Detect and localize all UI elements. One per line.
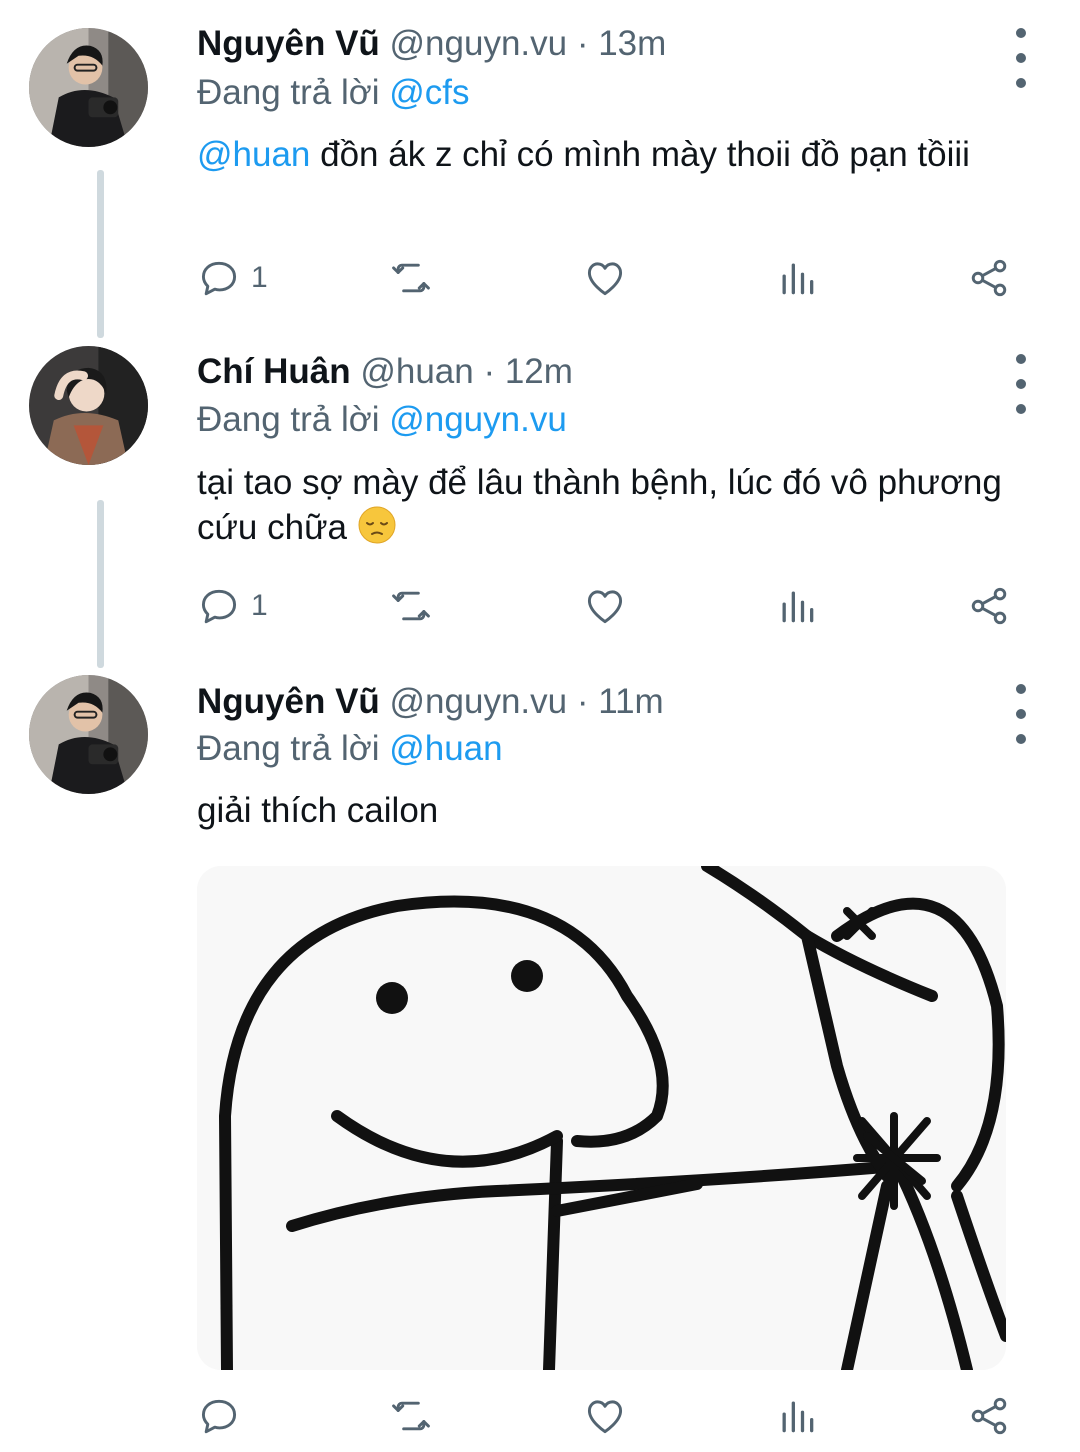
analytics-icon: [782, 591, 814, 623]
reply-count: 1: [251, 261, 268, 294]
more-vertical-icon[interactable]: [1006, 684, 1036, 744]
heart-icon: [587, 590, 623, 624]
share-icon: [971, 587, 1007, 625]
share-button[interactable]: [967, 576, 1011, 636]
replying-to: Đang trả lời @nguyn.vu: [197, 398, 567, 442]
retweet-icon: [392, 1401, 430, 1431]
share-icon: [971, 259, 1007, 297]
views-button[interactable]: [775, 576, 819, 636]
mention-link[interactable]: @huan: [197, 135, 310, 174]
retweet-button[interactable]: [389, 248, 433, 308]
retweet-icon: [392, 263, 430, 293]
tweet-media-image[interactable]: [197, 866, 1006, 1370]
reply-button[interactable]: 1: [197, 576, 268, 636]
reply-count: 1: [251, 589, 268, 622]
tweet-body: tại tao sợ mày để lâu thành bệnh, lúc đó…: [197, 463, 1002, 547]
avatar[interactable]: [29, 346, 148, 465]
replying-to-label: Đang trả lời: [197, 729, 390, 768]
tweet-header: Chí Huân @huan · 12m: [197, 350, 573, 394]
tweet[interactable]: Nguyên Vũ @nguyn.vu · 13m Đang trả lời @…: [0, 0, 1080, 330]
meme-drawing: [197, 866, 1006, 1370]
avatar-photo: [29, 346, 148, 465]
more-vertical-icon[interactable]: [1006, 28, 1036, 88]
pensive-face-icon: [358, 506, 396, 544]
retweet-icon: [392, 591, 430, 621]
reply-to-mention[interactable]: @nguyn.vu: [389, 400, 567, 439]
handle-and-time: @nguyn.vu · 11m: [379, 682, 664, 721]
like-button[interactable]: [583, 576, 627, 636]
display-name[interactable]: Nguyên Vũ: [197, 682, 380, 721]
display-name[interactable]: Chí Huân: [197, 352, 351, 391]
replying-to: Đang trả lời @cfs: [197, 71, 469, 115]
analytics-icon: [782, 263, 814, 295]
handle-and-time: @nguyn.vu · 13m: [379, 24, 667, 63]
views-button[interactable]: [775, 1386, 819, 1446]
avatar[interactable]: [29, 28, 148, 147]
action-bar: [0, 1386, 1080, 1446]
reply-icon: [201, 1399, 237, 1434]
tweet-body: giải thích cailon: [197, 791, 439, 830]
tweet-header: Nguyên Vũ @nguyn.vu · 11m: [197, 680, 664, 724]
like-button[interactable]: [583, 1386, 627, 1446]
like-button[interactable]: [583, 248, 627, 308]
display-name[interactable]: Nguyên Vũ: [197, 24, 380, 63]
action-bar: 1: [0, 576, 1080, 636]
tweet-text: @huan đồn ák z chỉ có mình mày thoii đồ …: [197, 132, 1017, 177]
tweet-text: tại tao sợ mày để lâu thành bệnh, lúc đó…: [197, 460, 1017, 550]
tweet-text: giải thích cailon: [197, 788, 1017, 833]
reply-to-mention[interactable]: @huan: [389, 729, 502, 768]
action-bar: 1: [0, 248, 1080, 308]
reply-icon: [201, 589, 237, 624]
tweet[interactable]: Chí Huân @huan · 12m Đang trả lời @nguyn…: [0, 330, 1080, 660]
views-button[interactable]: [775, 248, 819, 308]
reply-button[interactable]: 1: [197, 248, 268, 308]
share-button[interactable]: [967, 248, 1011, 308]
replying-to-label: Đang trả lời: [197, 73, 390, 112]
retweet-button[interactable]: [389, 576, 433, 636]
heart-icon: [587, 1400, 623, 1434]
heart-icon: [587, 262, 623, 296]
reply-button[interactable]: [197, 1386, 241, 1446]
replying-to: Đang trả lời @huan: [197, 727, 503, 771]
retweet-button[interactable]: [389, 1386, 433, 1446]
avatar-photo: [29, 28, 148, 147]
share-icon: [971, 1397, 1007, 1435]
tweet-header: Nguyên Vũ @nguyn.vu · 13m: [197, 22, 666, 66]
tweet-body: đồn ák z chỉ có mình mày thoii đồ pạn tồ…: [310, 135, 970, 174]
reply-icon: [201, 261, 237, 296]
avatar[interactable]: [29, 675, 148, 794]
share-button[interactable]: [967, 1386, 1011, 1446]
more-vertical-icon[interactable]: [1006, 354, 1036, 414]
handle-and-time: @huan · 12m: [350, 352, 573, 391]
replying-to-label: Đang trả lời: [197, 400, 390, 439]
analytics-icon: [782, 1401, 814, 1433]
avatar-photo: [29, 675, 148, 794]
reply-to-mention[interactable]: @cfs: [389, 73, 469, 112]
